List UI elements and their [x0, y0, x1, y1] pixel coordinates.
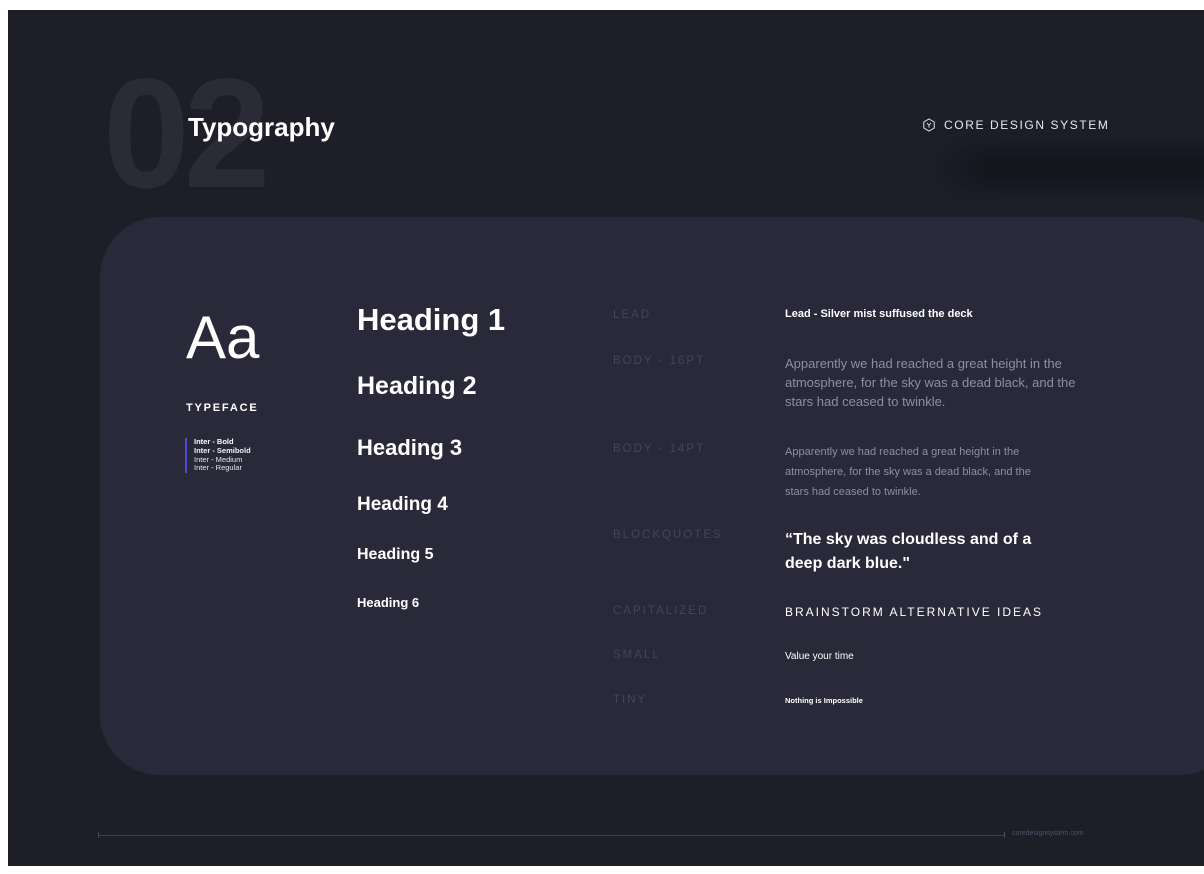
footer-rule-end-tick: [1004, 832, 1005, 838]
brand-name: CORE DESIGN SYSTEM: [944, 118, 1110, 132]
blockquote-sample: “The sky was cloudless and of a deep dar…: [785, 531, 1032, 572]
body-14pt-label: BODY - 14PT: [613, 443, 706, 455]
small-label: SMALL: [613, 649, 661, 661]
tiny-label: TINY: [613, 694, 648, 706]
footer-rule: [98, 835, 1004, 836]
capitalized-sample: BRAINSTORM ALTERNATIVE IDEAS: [785, 605, 1044, 619]
heading-5-sample: Heading 5: [357, 546, 434, 563]
heading-1-sample: Heading 1: [357, 302, 506, 337]
body-14pt-sample: Apparently we had reached a great height…: [785, 446, 1031, 498]
blockquotes-label: BLOCKQUOTES: [613, 529, 723, 541]
tiny-sample: Nothing is Impossible: [785, 696, 863, 705]
lead-label: LEAD: [613, 309, 652, 321]
brand: CORE DESIGN SYSTEM: [922, 118, 1110, 132]
font-weight-item: Inter - Regular: [194, 463, 242, 473]
body-16pt-sample: Apparently we had reached a great height…: [785, 356, 1076, 409]
heading-2-sample: Heading 2: [357, 372, 477, 400]
lead-sample: Lead - Silver mist suffused the deck: [785, 308, 973, 320]
body-16pt-label: BODY - 16PT: [613, 355, 706, 367]
small-sample: Value your time: [785, 651, 854, 662]
footer-rule-start-tick: [98, 832, 99, 838]
capitalized-label: CAPITALIZED: [613, 605, 709, 617]
footer-url: coredesignsystem.com: [1012, 830, 1084, 837]
page-title: Typography: [188, 112, 335, 142]
font-weight-list: Inter - Bold Inter - Semibold Inter - Me…: [185, 437, 251, 474]
hexagon-logo-icon: [922, 118, 936, 132]
typeface-label: TYPEFACE: [186, 402, 259, 414]
typeface-specimen: Aa: [186, 304, 260, 371]
heading-4-sample: Heading 4: [357, 494, 448, 515]
heading-6-sample: Heading 6: [357, 595, 420, 610]
heading-3-sample: Heading 3: [357, 435, 463, 460]
brand-shadow: [930, 148, 1204, 188]
